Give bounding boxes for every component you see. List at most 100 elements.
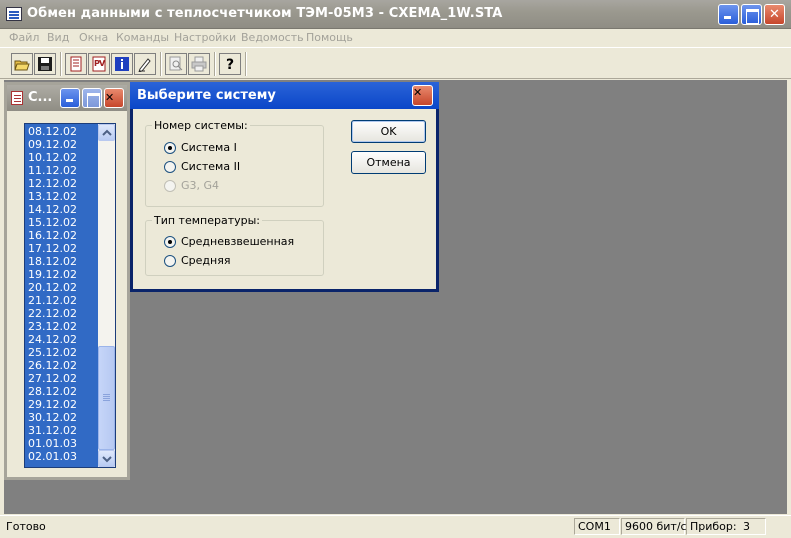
date-list-item[interactable]: 30.12.02 — [26, 411, 98, 424]
date-list-item[interactable]: 11.12.02 — [26, 164, 98, 177]
scroll-up-button[interactable] — [98, 124, 115, 141]
menu-settings[interactable]: Настройки — [174, 31, 236, 44]
chevron-down-icon — [102, 456, 112, 463]
document-icon — [11, 91, 23, 105]
menu-help[interactable]: Помощь — [306, 31, 353, 44]
date-list-item[interactable]: 20.12.02 — [26, 281, 98, 294]
dates-child-window: С... ✕ 08.12.02 09.12.02 10.12.02 11.12.02 1… — [4, 82, 130, 480]
scroll-down-button[interactable] — [98, 450, 115, 467]
child-minimize-button[interactable] — [60, 88, 80, 108]
system-number-group: Номер системы: Система I Система II G3, … — [145, 119, 324, 207]
date-list-item[interactable]: 01.01.03 — [26, 437, 98, 450]
meter-icon: PV — [92, 56, 106, 72]
date-list-item[interactable]: 23.12.02 — [26, 320, 98, 333]
save-icon — [38, 57, 52, 71]
window-title: Обмен данными с теплосчетчиком ТЭМ-05М3 … — [27, 6, 503, 21]
radio-label: G3, G4 — [181, 179, 220, 192]
date-list-item[interactable]: 13.12.02 — [26, 190, 98, 203]
date-list-item[interactable]: 25.12.02 — [26, 346, 98, 359]
svg-text:?: ? — [226, 57, 234, 72]
dialog-title-bar[interactable]: Выберите систему ✕ — [130, 82, 439, 109]
child-maximize-button — [82, 88, 102, 108]
save-button[interactable] — [34, 53, 56, 75]
dialog-title: Выберите систему — [137, 88, 276, 103]
menu-statement[interactable]: Ведомость — [241, 31, 304, 44]
menu-bar: Файл Вид Окна Команды Настройки Ведомост… — [0, 29, 791, 47]
child-close-button[interactable]: ✕ — [104, 88, 124, 108]
print-preview-button[interactable] — [165, 53, 187, 75]
date-list-item[interactable]: 17.12.02 — [26, 242, 98, 255]
date-list-item[interactable]: 09.12.02 — [26, 138, 98, 151]
date-listbox[interactable]: 08.12.02 09.12.02 10.12.02 11.12.02 12.12.02… — [24, 123, 116, 468]
radio-label: Средняя — [181, 254, 231, 267]
cancel-button[interactable]: Отмена — [351, 151, 426, 174]
minimize-button[interactable] — [718, 4, 739, 25]
radio-selected-icon — [164, 142, 176, 154]
svg-text:V: V — [99, 59, 106, 68]
radio-label: Система II — [181, 160, 241, 173]
menu-file[interactable]: Файл — [9, 31, 39, 44]
date-list-item[interactable]: 08.12.02 — [26, 125, 98, 138]
open-button[interactable] — [11, 53, 33, 75]
date-list-item[interactable]: 31.12.02 — [26, 424, 98, 437]
vertical-scrollbar[interactable] — [98, 124, 115, 467]
status-device-value: 3 — [743, 520, 750, 533]
main-title-bar[interactable]: Обмен данными с теплосчетчиком ТЭМ-05М3 … — [0, 0, 791, 29]
date-list-item[interactable]: 26.12.02 — [26, 359, 98, 372]
date-list-item[interactable]: 12.12.02 — [26, 177, 98, 190]
date-list-item[interactable]: 18.12.02 — [26, 255, 98, 268]
toolbar-separator — [160, 52, 162, 76]
child-title-bar[interactable]: С... ✕ — [7, 85, 127, 111]
dialog-close-button[interactable]: ✕ — [412, 85, 433, 106]
print-preview-icon — [169, 56, 183, 71]
close-icon: ✕ — [769, 7, 780, 22]
date-list-item[interactable]: 24.12.02 — [26, 333, 98, 346]
menu-view[interactable]: Вид — [47, 31, 69, 44]
toolbar-separator — [245, 52, 247, 76]
date-list: 08.12.02 09.12.02 10.12.02 11.12.02 12.12.02… — [26, 125, 98, 463]
date-list-item[interactable]: 19.12.02 — [26, 268, 98, 281]
report-icon — [70, 56, 82, 72]
date-list-item[interactable]: 02.01.03 — [26, 450, 98, 463]
status-device: Прибор: 3 — [686, 518, 766, 535]
date-list-item[interactable]: 27.12.02 — [26, 372, 98, 385]
date-list-item[interactable]: 22.12.02 — [26, 307, 98, 320]
toolbar-separator — [214, 52, 216, 76]
date-list-item[interactable]: 21.12.02 — [26, 294, 98, 307]
chevron-up-icon — [102, 129, 112, 136]
radio-icon — [164, 180, 176, 192]
date-list-item[interactable]: 15.12.02 — [26, 216, 98, 229]
ok-button[interactable]: OK — [351, 120, 426, 143]
edit-button[interactable] — [134, 53, 156, 75]
help-button[interactable]: ? — [219, 53, 241, 75]
date-list-item[interactable]: 29.12.02 — [26, 398, 98, 411]
maximize-icon — [742, 5, 761, 24]
close-button[interactable]: ✕ — [764, 4, 785, 25]
scroll-thumb[interactable] — [98, 346, 115, 450]
info-icon — [115, 57, 129, 71]
temp-group-label: Тип температуры: — [152, 214, 263, 227]
report-button[interactable] — [65, 53, 87, 75]
radio-label: Средневзвешенная — [181, 235, 295, 248]
print-button[interactable] — [188, 53, 210, 75]
maximize-button[interactable] — [741, 4, 762, 25]
date-list-item[interactable]: 10.12.02 — [26, 151, 98, 164]
menu-windows[interactable]: Окна — [79, 31, 108, 44]
menu-commands[interactable]: Команды — [116, 31, 169, 44]
info-button[interactable] — [111, 53, 133, 75]
date-list-item[interactable]: 14.12.02 — [26, 203, 98, 216]
select-system-dialog: Выберите систему ✕ Номер системы: Систем… — [130, 82, 439, 292]
radio-selected-icon — [164, 236, 176, 248]
date-list-item[interactable]: 16.12.02 — [26, 229, 98, 242]
app-icon — [6, 7, 22, 21]
status-bar: Готово COM1 9600 бит/с Прибор: 3 — [0, 515, 791, 538]
toolbar-separator — [60, 52, 62, 76]
minimize-icon — [719, 5, 738, 24]
radio-icon — [164, 255, 176, 267]
help-icon: ? — [226, 57, 234, 72]
meter-button[interactable]: PV — [88, 53, 110, 75]
date-list-item[interactable]: 28.12.02 — [26, 385, 98, 398]
grip-icon — [103, 394, 110, 395]
radio-label: Система I — [181, 141, 237, 154]
status-device-label: Прибор: — [690, 520, 737, 533]
